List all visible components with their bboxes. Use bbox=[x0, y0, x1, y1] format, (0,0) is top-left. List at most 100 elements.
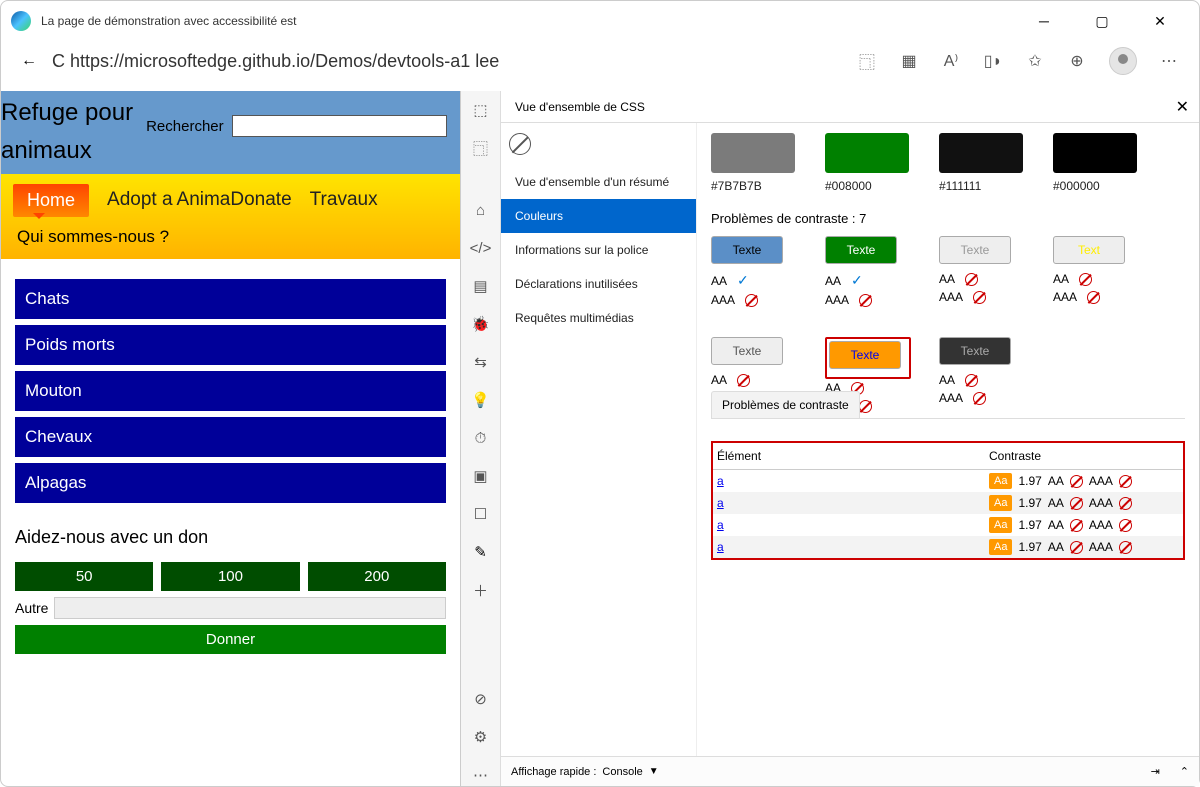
search-input[interactable] bbox=[232, 115, 447, 137]
clear-icon[interactable] bbox=[509, 133, 531, 155]
nav-about[interactable]: Qui sommes-nous ? bbox=[13, 217, 448, 249]
donate-amount-button[interactable]: 200 bbox=[308, 562, 446, 591]
contrast-sample-chip[interactable]: Texte bbox=[825, 236, 897, 264]
css-nav-item[interactable]: Informations sur la police bbox=[501, 233, 696, 267]
edge-icon bbox=[11, 11, 31, 31]
donate-other-label: Autre bbox=[15, 600, 48, 616]
back-button[interactable]: ← bbox=[21, 52, 37, 70]
add-panel-icon[interactable]: ＋ bbox=[470, 579, 492, 601]
favorite-icon[interactable]: ✩ bbox=[1025, 51, 1045, 71]
maximize-button[interactable]: ▢ bbox=[1088, 7, 1116, 35]
css-nav-item[interactable]: Couleurs bbox=[501, 199, 696, 233]
close-button[interactable]: ✕ bbox=[1146, 7, 1174, 35]
elements-icon[interactable]: ⌂ bbox=[470, 199, 492, 221]
css-nav-item[interactable]: Vue d'ensemble d'un résumé bbox=[501, 165, 696, 199]
donate-amount-button[interactable]: 100 bbox=[161, 562, 299, 591]
search-label: Rechercher bbox=[138, 118, 232, 135]
color-swatch[interactable] bbox=[1053, 133, 1137, 173]
category-item[interactable]: Mouton bbox=[15, 371, 446, 411]
css-nav-item[interactable]: Requêtes multimédias bbox=[501, 301, 696, 335]
contrast-ratings: AAAAA bbox=[1053, 270, 1139, 306]
css-overview-icon[interactable]: ✎ bbox=[470, 541, 492, 563]
contrast-issues-tab[interactable]: Problèmes de contraste bbox=[711, 391, 860, 418]
read-aloud-icon[interactable]: A⁾ bbox=[941, 51, 961, 71]
color-swatch[interactable] bbox=[825, 133, 909, 173]
category-item[interactable]: Chats bbox=[15, 279, 446, 319]
issues-icon[interactable]: ⊘ bbox=[470, 688, 492, 710]
devtools-panel: Vue d'ensemble de CSS ✕ Vue d'ensemble d… bbox=[501, 91, 1199, 786]
contrast-ratings: AA✓AAA bbox=[825, 270, 911, 309]
nav-animal[interactable]: Anima bbox=[177, 189, 231, 211]
collections-icon[interactable]: ⊕ bbox=[1067, 51, 1087, 71]
responsive-icon[interactable]: ⿹ bbox=[857, 51, 877, 71]
contrast-sample-chip[interactable]: Texte bbox=[939, 337, 1011, 365]
main-nav: Home Adopt a Anima Donate Travaux Qui so… bbox=[1, 174, 460, 259]
donate-other-input[interactable] bbox=[54, 597, 446, 619]
browser-tab-title[interactable]: La page de démonstration avec accessibil… bbox=[41, 14, 297, 28]
swatch-label: #111111 bbox=[939, 179, 1023, 193]
color-swatch[interactable] bbox=[711, 133, 795, 173]
contrast-heading: Problèmes de contraste : 7 bbox=[711, 211, 1185, 226]
panel-title: Vue d'ensemble de CSS bbox=[511, 100, 649, 114]
category-item[interactable]: Poids morts bbox=[15, 325, 446, 365]
contrast-sample-chip[interactable]: Texte bbox=[711, 337, 783, 365]
contrast-sample-chip[interactable]: Texte bbox=[829, 341, 901, 369]
table-header-element: Élément bbox=[717, 449, 989, 463]
minimize-button[interactable]: ─ bbox=[1030, 7, 1058, 35]
menu-icon[interactable]: ⋯ bbox=[1159, 51, 1179, 71]
contrast-sample-chip[interactable]: Text bbox=[1053, 236, 1125, 264]
memory-icon[interactable]: ▣ bbox=[470, 465, 492, 487]
application-icon[interactable]: ☐ bbox=[470, 503, 492, 525]
donate-submit-button[interactable]: Donner bbox=[15, 625, 446, 654]
contrast-table-highlight: Élément Contraste aAa1.97AAAAAaAa1.97AAA… bbox=[711, 441, 1185, 560]
site-title-line2: animaux bbox=[1, 137, 460, 166]
css-overview-nav: Vue d'ensemble d'un résuméCouleursInform… bbox=[501, 123, 697, 756]
nav-jobs[interactable]: Travaux bbox=[310, 189, 378, 211]
nav-adopt[interactable]: Adopt a bbox=[107, 189, 173, 211]
contrast-ratings: AAAAA bbox=[939, 270, 1025, 306]
devtools-footer: Affichage rapide : Console ▼ ⇥ ⌃ bbox=[501, 756, 1199, 786]
footer-label: Affichage rapide : bbox=[511, 766, 596, 778]
table-header-contrast: Contraste bbox=[989, 449, 1179, 463]
network-icon[interactable]: ⇆ bbox=[470, 351, 492, 373]
device-icon[interactable]: ⿹ bbox=[470, 137, 492, 159]
donate-title: Aidez-nous avec un don bbox=[15, 527, 446, 548]
contrast-sample-chip[interactable]: Texte bbox=[939, 236, 1011, 264]
contrast-table-row[interactable]: aAa1.97AAAAA bbox=[713, 536, 1183, 558]
contrast-table-row[interactable]: aAa1.97AAAAA bbox=[713, 492, 1183, 514]
category-item[interactable]: Chevaux bbox=[15, 417, 446, 457]
devtools-icon-strip: ⬚ ⿹ ⌂ </> ▤ 🐞 ⇆ 💡 ⏱ ▣ ☐ ✎ ＋ ⊘ ⚙ ⋯ bbox=[461, 91, 501, 786]
performance-icon[interactable]: ⏱ bbox=[470, 427, 492, 449]
footer-dock-icon[interactable]: ⇥ bbox=[1151, 765, 1160, 778]
sources-icon[interactable]: </> bbox=[470, 237, 492, 259]
settings-icon[interactable]: ⚙ bbox=[470, 726, 492, 748]
swatch-label: #7B7B7B bbox=[711, 179, 795, 193]
bug-icon[interactable]: 🐞 bbox=[470, 313, 492, 335]
lighthouse-icon[interactable]: 💡 bbox=[470, 389, 492, 411]
footer-chevron-icon[interactable]: ▼ bbox=[649, 766, 659, 777]
swatch-label: #008000 bbox=[825, 179, 909, 193]
donate-section: Aidez-nous avec un don 50 100 200 Autre Do… bbox=[1, 517, 460, 664]
reader-icon[interactable]: ▯◗ bbox=[983, 51, 1003, 71]
window-titlebar: La page de démonstration avec accessibil… bbox=[1, 1, 1199, 41]
css-nav-item[interactable]: Déclarations inutilisées bbox=[501, 267, 696, 301]
category-item[interactable]: Alpagas bbox=[15, 463, 446, 503]
console-icon[interactable]: ▤ bbox=[470, 275, 492, 297]
panel-close-icon[interactable]: ✕ bbox=[1176, 97, 1189, 117]
page-preview: Refuge pour Rechercher animaux Home Adop… bbox=[1, 91, 461, 786]
footer-expand-icon[interactable]: ⌃ bbox=[1180, 765, 1189, 778]
contrast-table-row[interactable]: aAa1.97AAAAA bbox=[713, 470, 1183, 492]
inspect-icon[interactable]: ⬚ bbox=[470, 99, 492, 121]
window-controls: ─ ▢ ✕ bbox=[1030, 7, 1189, 35]
more-icon[interactable]: ⋯ bbox=[470, 764, 492, 786]
qr-icon[interactable]: ▦ bbox=[899, 51, 919, 71]
donate-amount-button[interactable]: 50 bbox=[15, 562, 153, 591]
color-swatch[interactable] bbox=[939, 133, 1023, 173]
url-text[interactable]: C https://microsoftedge.github.io/Demos/… bbox=[52, 51, 499, 72]
nav-home[interactable]: Home bbox=[13, 184, 89, 217]
contrast-sample-chip[interactable]: Texte bbox=[711, 236, 783, 264]
profile-avatar[interactable] bbox=[1109, 47, 1137, 75]
contrast-table-row[interactable]: aAa1.97AAAAA bbox=[713, 514, 1183, 536]
footer-value[interactable]: Console bbox=[602, 766, 642, 778]
nav-donate[interactable]: Donate bbox=[230, 189, 291, 211]
